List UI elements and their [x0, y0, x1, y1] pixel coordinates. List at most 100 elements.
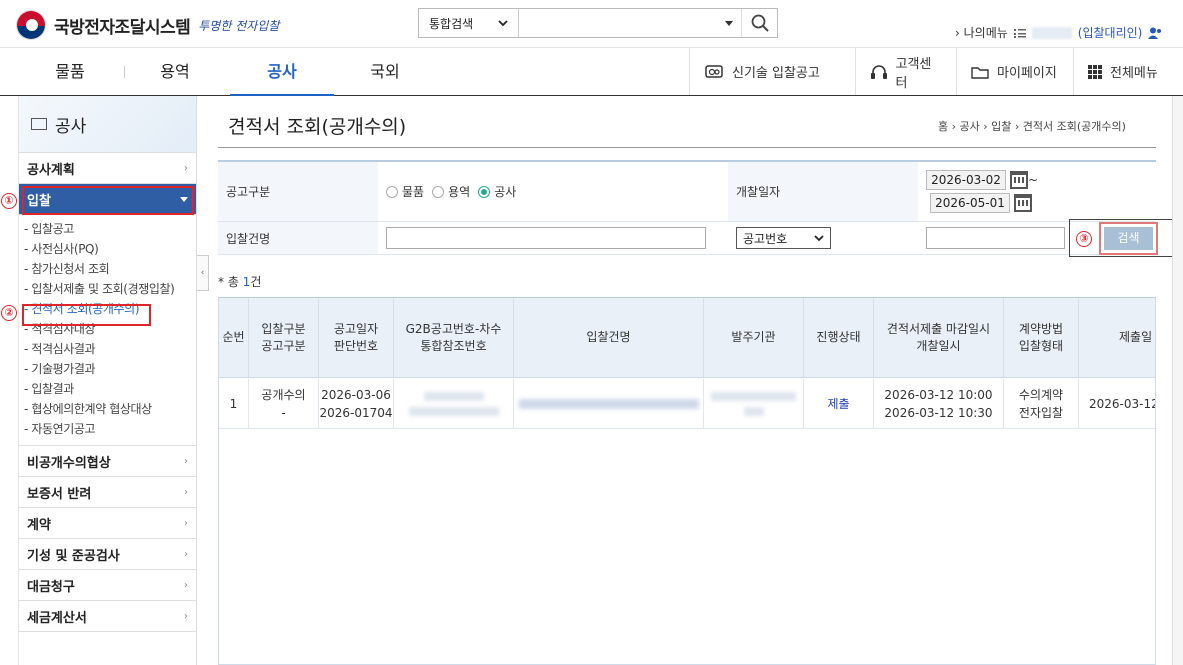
highlight-box-2: [22, 304, 151, 326]
lnb-menu-contract[interactable]: 계약 ›: [19, 508, 196, 539]
form-row-1: 공고구분 물품 용역 공사 개찰일자 2026-03-02 ~ 2026-05-…: [218, 162, 1156, 222]
lnb-menu-inspection[interactable]: 기성 및 준공검사 ›: [19, 539, 196, 570]
lnb-sub-item[interactable]: - 자동연기공고: [24, 419, 196, 439]
calendar-icon[interactable]: [1010, 171, 1028, 189]
col-header-deadline: 견적서제출 마감일시 개찰일시: [874, 298, 1004, 378]
cell-status[interactable]: 제출: [804, 379, 874, 429]
chevron-right-icon: ›: [184, 162, 188, 174]
cell-type: 공개수의 -: [249, 379, 319, 429]
mail-icon: [31, 118, 47, 130]
breadcrumb: 홈 › 공사 › 입찰 › 견적서 조회(공개수의): [938, 120, 1126, 133]
col-header-date: 공고일자 판단번호: [319, 298, 394, 378]
lnb-menu-private-negotiation[interactable]: 비공개수의협상 ›: [19, 446, 196, 477]
gnb-services[interactable]: 용역: [145, 48, 205, 95]
chevron-right-icon: ›: [184, 455, 188, 467]
lnb-menu-payment-claim[interactable]: 대금청구 ›: [19, 570, 196, 601]
col-header-method: 계약방법 입찰형태: [1004, 298, 1079, 378]
search-submit-button[interactable]: 검색: [1099, 222, 1158, 255]
global-search: 통합검색: [418, 8, 778, 38]
lnb-sub-item[interactable]: - 사전심사(PQ): [24, 239, 196, 259]
gnb-construction[interactable]: 공사: [230, 48, 334, 96]
logo-slogan: 투명한 전자입찰: [198, 18, 280, 33]
title-divider: [218, 147, 1156, 148]
search-history-dropdown[interactable]: [717, 9, 741, 37]
bid-name-input[interactable]: [386, 227, 706, 249]
user-name-redacted: [1031, 26, 1072, 39]
type-radio-group: 물품 용역 공사: [386, 162, 726, 221]
date-from-input[interactable]: 2026-03-02: [926, 170, 1006, 190]
lnb-menu-guarantee-return[interactable]: 보증서 반려 ›: [19, 477, 196, 508]
search-key-select[interactable]: 공고번호: [736, 227, 831, 249]
lnb-sub-item[interactable]: - 입찰공고: [24, 219, 196, 239]
form-row-2: 입찰건명 공고번호: [218, 222, 1156, 255]
calendar-icon[interactable]: [1014, 194, 1032, 212]
lnb-collapse-toggle[interactable]: ‹: [197, 255, 209, 291]
site-logo[interactable]: 국방전자조달시스템 투명한 전자입찰: [16, 10, 279, 40]
left-navigation: 공사 공사계획 › 입찰 - 입찰공고 - 사전심사(PQ) - 참가신청서 조회…: [18, 96, 197, 665]
step-marker-2: ②: [1, 305, 17, 321]
col-header-agency: 발주기관: [704, 298, 804, 378]
highlight-box-1: [22, 186, 194, 215]
chevron-down-icon: [498, 19, 508, 26]
gnb-overseas[interactable]: 국외: [355, 48, 415, 95]
chevron-down-icon: [814, 234, 824, 241]
right-quick-panel: [1172, 96, 1183, 665]
total-count: * 총 1건: [218, 275, 262, 289]
date-separator: ~: [1028, 173, 1039, 187]
lnb-sub-item[interactable]: - 참가신청서 조회: [24, 259, 196, 279]
cell-bid-name-redacted[interactable]: [514, 379, 704, 429]
top-header: 국방전자조달시스템 투명한 전자입찰 통합검색 › 나의메뉴 (입찰대리인): [0, 0, 1183, 48]
user-role: (입찰대리인): [1077, 26, 1143, 40]
chevron-right-icon: ›: [184, 517, 188, 529]
headset-icon: [871, 64, 887, 79]
cell-agency-redacted: [704, 379, 804, 429]
lnb-submenu-bid: - 입찰공고 - 사전심사(PQ) - 참가신청서 조회 - 입찰서제출 및 조…: [19, 215, 196, 446]
bid-name-label: 입찰건명: [218, 222, 378, 254]
taegeuk-emblem-icon: [16, 10, 46, 40]
lnb-sub-item[interactable]: - 기술평가결과: [24, 359, 196, 379]
new-tech-notice-link[interactable]: 신기술 입찰공고: [689, 48, 855, 95]
date-to-input[interactable]: 2026-05-01: [930, 193, 1010, 213]
lnb-title: 공사: [19, 96, 196, 153]
search-button[interactable]: [741, 9, 777, 37]
global-navigation: 물품 용역 공사 국외 신기술 입찰공고 고객센터 마이페이지 전체메뉴: [0, 48, 1183, 96]
radio-services[interactable]: 용역: [432, 183, 470, 200]
col-header-submit: 제출일: [1079, 298, 1155, 378]
type-label: 공고구분: [218, 162, 378, 221]
cell-g2b-no-redacted: [394, 379, 514, 429]
lnb-sub-item[interactable]: - 입찰서제출 및 조회(경쟁입찰): [24, 279, 196, 299]
lnb-sub-item[interactable]: - 입찰결과: [24, 379, 196, 399]
radio-goods[interactable]: 물품: [386, 183, 424, 200]
col-header-type: 입찰구분 공고구분: [249, 298, 319, 378]
chevron-right-icon: ›: [184, 486, 188, 498]
chevron-right-icon: ›: [184, 579, 188, 591]
all-menu-link[interactable]: 전체메뉴: [1073, 48, 1183, 95]
col-header-no: 순번: [219, 298, 249, 378]
search-key-input[interactable]: [926, 227, 1065, 249]
open-date-label: 개찰일자: [728, 162, 918, 221]
lnb-menu-plan[interactable]: 공사계획 ›: [19, 153, 196, 184]
list-icon[interactable]: [1013, 28, 1026, 38]
lnb-menu-tax-invoice[interactable]: 세금계산서 ›: [19, 601, 196, 632]
page-title: 견적서 조회(공개수의): [228, 116, 407, 138]
grid-menu-icon: [1088, 64, 1102, 79]
radio-construction[interactable]: 공사: [478, 183, 516, 200]
my-menu-link[interactable]: › 나의메뉴: [955, 24, 1008, 41]
search-category-select[interactable]: 통합검색: [419, 9, 519, 37]
col-header-bid-name: 입찰건명: [514, 298, 704, 378]
gnb-goods[interactable]: 물품: [40, 48, 100, 95]
cell-deadline: 2026-03-12 10:00 2026-03-12 10:30: [874, 379, 1004, 429]
chevron-right-icon: ›: [184, 610, 188, 622]
lnb-sub-item[interactable]: - 협상에의한계약 협상대상: [24, 399, 196, 419]
lnb-sub-item[interactable]: - 적격심사결과: [24, 339, 196, 359]
step-marker-3: ③: [1076, 231, 1092, 247]
step-marker-1: ①: [1, 193, 17, 209]
caret-down-icon: [725, 20, 733, 26]
search-input[interactable]: [519, 9, 717, 37]
customer-center-link[interactable]: 고객센터: [855, 48, 956, 95]
results-grid: 순번 입찰구분 공고구분 공고일자 판단번호 G2B공고번호-차수 통합참조번호 입찰…: [218, 297, 1156, 665]
col-header-g2b-no: G2B공고번호-차수 통합참조번호: [394, 298, 514, 378]
user-icon[interactable]: [1148, 27, 1162, 39]
search-form: 공고구분 물품 용역 공사 개찰일자 2026-03-02 ~ 2026-05-…: [218, 160, 1156, 255]
my-page-link[interactable]: 마이페이지: [956, 48, 1073, 95]
